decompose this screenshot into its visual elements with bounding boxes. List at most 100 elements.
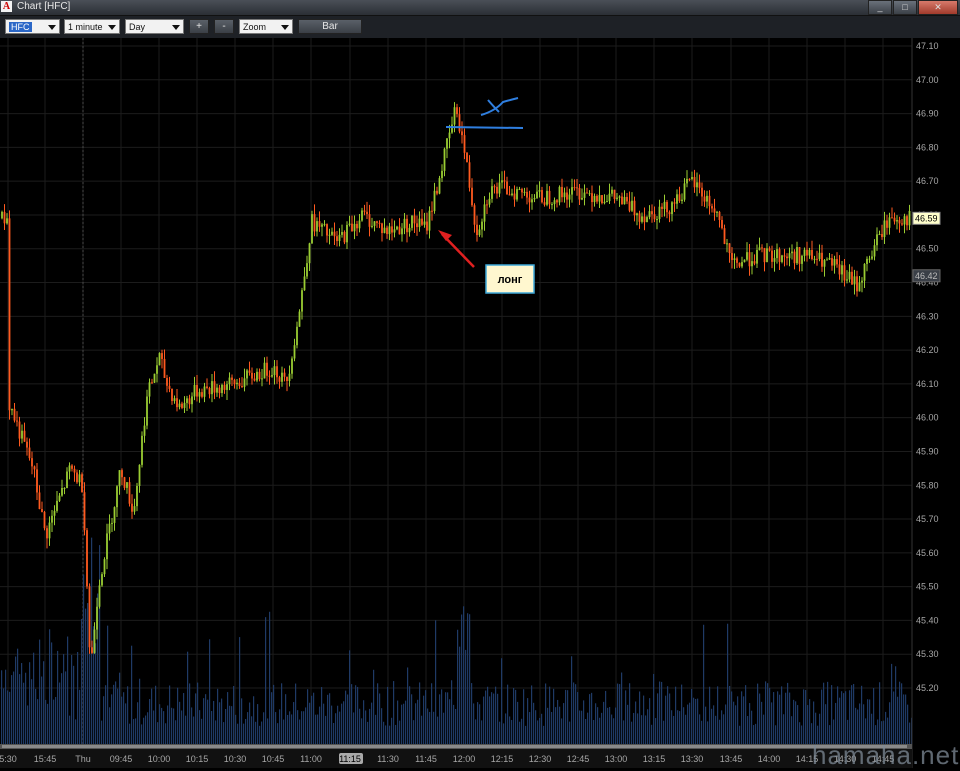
candle-body [473, 205, 476, 225]
range-select[interactable]: Day [125, 19, 184, 34]
zoom-in-button[interactable]: + [189, 19, 209, 34]
candle-body [573, 187, 576, 189]
candle-body [153, 373, 156, 383]
volume-bar [507, 684, 509, 744]
symbol-input[interactable]: HFC [5, 19, 60, 34]
candle-body [313, 214, 316, 232]
time-tick-label: 13:00 [605, 754, 628, 764]
zoom-select[interactable]: Zoom [239, 19, 293, 34]
time-tick-label: 11:45 [415, 754, 437, 764]
candle-body [598, 195, 601, 202]
volume-bar [679, 711, 681, 744]
candle-body [431, 210, 433, 212]
volume-bar [637, 713, 639, 744]
volume-bar [257, 704, 259, 744]
candle-body [146, 396, 148, 426]
candle-body [751, 261, 753, 267]
volume-bar [327, 694, 329, 744]
volume-bar [299, 719, 301, 744]
volume-bar [709, 686, 711, 744]
volume-bar [377, 683, 379, 744]
minimize-button[interactable]: _ [868, 0, 892, 15]
candle-body [681, 199, 683, 201]
candle-body [703, 196, 706, 202]
price-chart[interactable]: 47.1047.0046.9046.8046.7046.6046.5046.40… [0, 38, 960, 768]
volume-bar [51, 642, 53, 744]
candle-body [408, 227, 411, 233]
volume-bar [555, 707, 557, 744]
candle-body [853, 276, 856, 285]
candle-body [476, 224, 478, 236]
volume-bar [17, 648, 19, 744]
volume-bar [461, 614, 463, 744]
volume-bar [677, 710, 679, 744]
volume-bar [259, 725, 261, 744]
candle-body [318, 221, 321, 227]
volume-bar [359, 708, 361, 744]
candle-body [511, 193, 513, 196]
maximize-button[interactable]: □ [893, 0, 917, 15]
volume-bar [873, 688, 875, 744]
volume-bar [659, 681, 661, 744]
candle-body [516, 189, 518, 200]
candle-body [908, 210, 911, 226]
volume-bar [645, 715, 647, 744]
volume-bar [539, 717, 541, 744]
volume-bar [113, 684, 115, 744]
chevron-down-icon [281, 25, 289, 30]
candle-body [43, 512, 46, 529]
volume-bar [79, 689, 81, 744]
price-tick-label: 45.40 [916, 615, 939, 625]
candle-body [523, 191, 526, 193]
volume-bar [421, 715, 423, 744]
volume-bar [823, 682, 825, 744]
price-tick-label: 46.20 [916, 345, 939, 355]
candle-body [676, 194, 678, 204]
volume-bar [151, 688, 153, 744]
candle-body [263, 362, 266, 379]
candle-body [698, 182, 701, 188]
volume-bar [263, 712, 265, 744]
volume-bar [379, 693, 381, 744]
candle-body [243, 378, 246, 387]
candle-body [298, 311, 301, 327]
bar-style-button[interactable]: Bar [298, 19, 362, 34]
volume-bar [753, 725, 755, 744]
candle-body [121, 470, 123, 478]
volume-bar [347, 694, 349, 744]
volume-bar [845, 691, 847, 744]
volume-bar [117, 688, 119, 744]
candle-body [248, 370, 251, 373]
close-button[interactable]: ✕ [918, 0, 958, 15]
volume-bar [199, 710, 201, 744]
volume-bar [67, 636, 69, 744]
candle-body [46, 528, 48, 539]
window-titlebar: A Chart [HFC] _ □ ✕ [0, 0, 960, 16]
volume-bar [749, 703, 751, 744]
scrollbar-thumb[interactable] [2, 745, 907, 748]
candle-body [91, 647, 93, 653]
candle-body [601, 195, 603, 204]
volume-bar [733, 701, 735, 744]
candle-body [551, 204, 553, 206]
volume-bar [11, 675, 13, 744]
interval-select[interactable]: 1 minute [64, 19, 120, 34]
candle-body [728, 243, 731, 254]
volume-bar [99, 545, 101, 744]
volume-bar [517, 701, 519, 744]
candle-body [886, 220, 888, 228]
candle-body [383, 227, 386, 234]
zoom-out-button[interactable]: - [214, 19, 234, 34]
volume-bar [541, 713, 543, 744]
volume-bar [635, 701, 637, 744]
volume-bar [345, 690, 347, 744]
price-tick-label: 46.90 [916, 109, 939, 119]
candle-body [461, 131, 463, 136]
candle-body [903, 216, 906, 225]
candle-body [253, 378, 256, 381]
candle-body [628, 201, 631, 211]
time-tick-label: 12:00 [453, 754, 476, 764]
volume-bar [513, 687, 515, 744]
candle-body [241, 385, 243, 387]
candle-body [626, 196, 628, 202]
